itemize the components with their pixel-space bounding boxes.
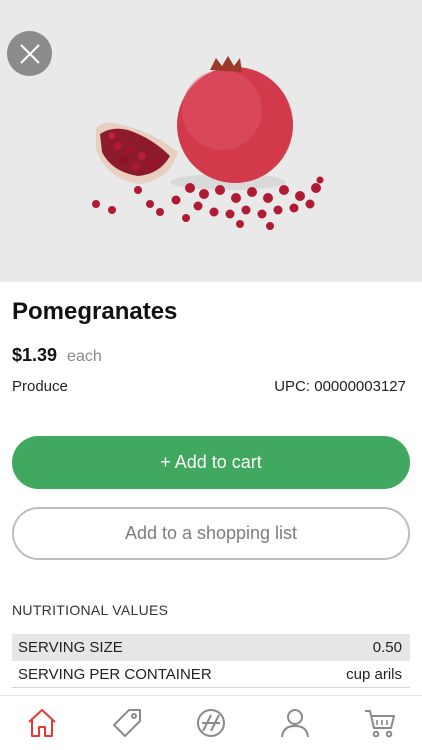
nutrition-table: SERVING SIZE 0.50 SERVING PER CONTAINER … — [12, 634, 410, 688]
nutrition-label: SERVING SIZE — [18, 639, 123, 656]
nutrition-row: SERVING PER CONTAINER cup arils — [12, 661, 410, 688]
product-upc: UPC: 00000003127 — [274, 378, 406, 395]
tab-explore[interactable] — [186, 698, 236, 748]
tab-cart[interactable] — [355, 698, 405, 748]
product-title: Pomegranates — [12, 298, 178, 325]
nutrition-row: SERVING SIZE 0.50 — [12, 634, 410, 661]
product-price: $1.39 — [12, 345, 58, 365]
pomegranate-image — [92, 56, 324, 230]
compass-icon — [196, 709, 225, 737]
nutrition-heading: NUTRITIONAL VALUES — [12, 602, 169, 618]
user-icon — [281, 709, 310, 738]
product-hero — [0, 0, 422, 282]
tag-icon — [112, 709, 141, 737]
add-to-cart-button[interactable]: + Add to cart — [12, 436, 410, 489]
nutrition-label: SERVING PER CONTAINER — [18, 665, 212, 683]
tab-account[interactable] — [270, 698, 320, 748]
close-button[interactable] — [7, 31, 52, 76]
add-to-shopping-list-button[interactable]: Add to a shopping list — [12, 507, 410, 560]
tab-deals[interactable] — [102, 698, 152, 748]
tab-home[interactable] — [17, 698, 67, 748]
home-icon — [28, 709, 56, 737]
price-row: $1.39 each — [12, 345, 102, 366]
nutrition-value: cup arils — [346, 665, 402, 683]
price-unit: each — [67, 348, 102, 365]
nutrition-value: 0.50 — [372, 639, 402, 656]
cart-icon — [364, 710, 395, 738]
bottom-tab-bar — [0, 695, 422, 750]
close-icon — [19, 43, 40, 64]
product-meta: Produce UPC: 00000003127 — [12, 378, 406, 395]
product-category: Produce — [12, 378, 68, 395]
